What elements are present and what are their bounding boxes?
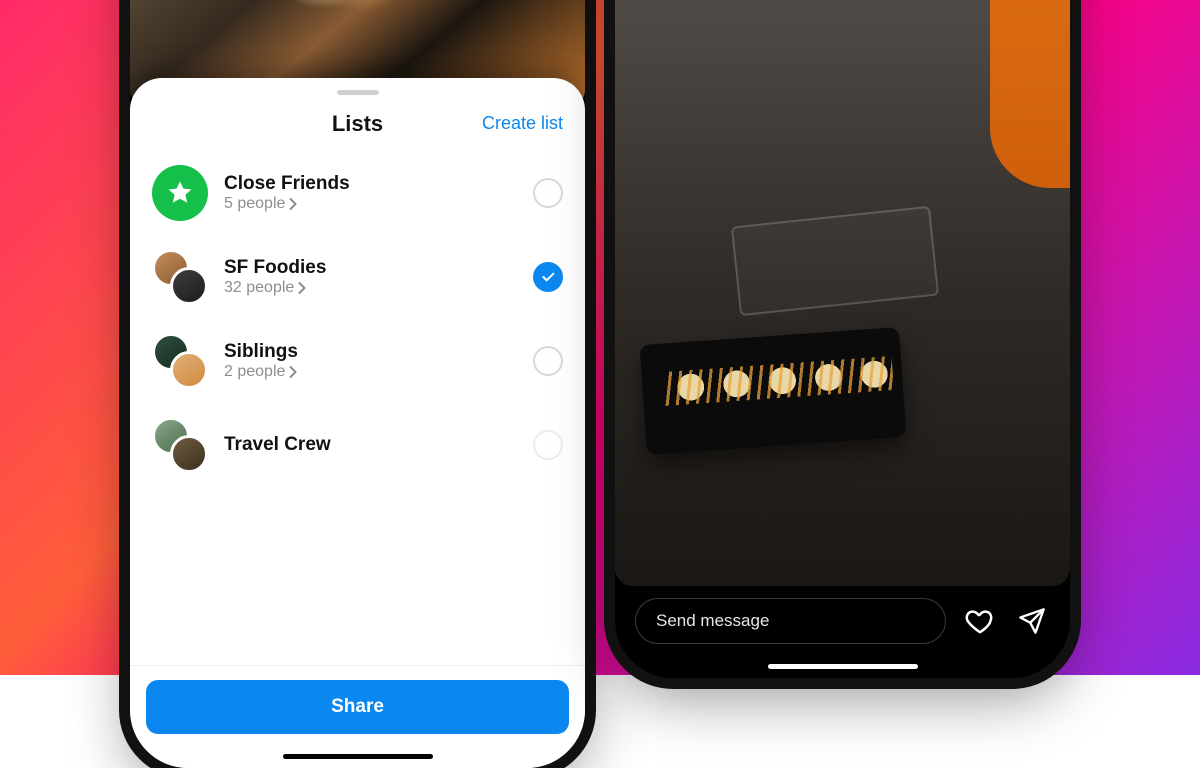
radio-unchecked[interactable] (533, 178, 563, 208)
home-indicator (768, 664, 918, 669)
radio-unchecked[interactable] (533, 346, 563, 376)
lists-sheet: Lists Create list Close Friends 5 people (130, 78, 585, 768)
list-item-label: Close Friends (224, 173, 517, 195)
share-button[interactable] (1014, 603, 1050, 639)
share-button[interactable]: Share (146, 680, 569, 734)
home-indicator (283, 754, 433, 759)
list-item-label: Siblings (224, 341, 517, 363)
list-item-sub: 32 people (224, 279, 517, 297)
sheet-header: Lists Create list (130, 95, 585, 151)
sheet-bottom-bar: Share (130, 665, 585, 768)
send-message-input[interactable] (635, 598, 946, 644)
story-photo[interactable] (615, 0, 1070, 586)
list-item-close-friends[interactable]: Close Friends 5 people (130, 151, 585, 235)
create-list-link[interactable]: Create list (383, 113, 563, 134)
phone-right (615, 0, 1070, 678)
radio-checked[interactable] (533, 262, 563, 292)
radio-unchecked[interactable] (533, 430, 563, 460)
chevron-right-icon (289, 366, 298, 378)
list-item-sub: 5 people (224, 195, 517, 213)
list-item-label: SF Foodies (224, 257, 517, 279)
list-item-travel-crew[interactable]: Travel Crew (130, 403, 585, 487)
like-button[interactable] (962, 603, 998, 639)
avatar-stack-icon (152, 249, 208, 305)
phone-left: Lists Create list Close Friends 5 people (130, 0, 585, 768)
list-item-sub: 2 people (224, 363, 517, 381)
star-icon (152, 165, 208, 221)
sheet-title: Lists (332, 111, 383, 137)
list-item-siblings[interactable]: Siblings 2 people (130, 319, 585, 403)
paper-plane-icon (1018, 607, 1046, 635)
chevron-right-icon (289, 198, 298, 210)
avatar-stack-icon (152, 333, 208, 389)
list-item-sf-foodies[interactable]: SF Foodies 32 people (130, 235, 585, 319)
chevron-right-icon (298, 282, 307, 294)
avatar-stack-icon (152, 417, 208, 473)
gradient-canvas: Lists Create list Close Friends 5 people (0, 0, 1200, 675)
heart-icon (965, 606, 995, 636)
lists-container: Close Friends 5 people SF Foodies (130, 151, 585, 665)
list-item-label: Travel Crew (224, 434, 517, 456)
